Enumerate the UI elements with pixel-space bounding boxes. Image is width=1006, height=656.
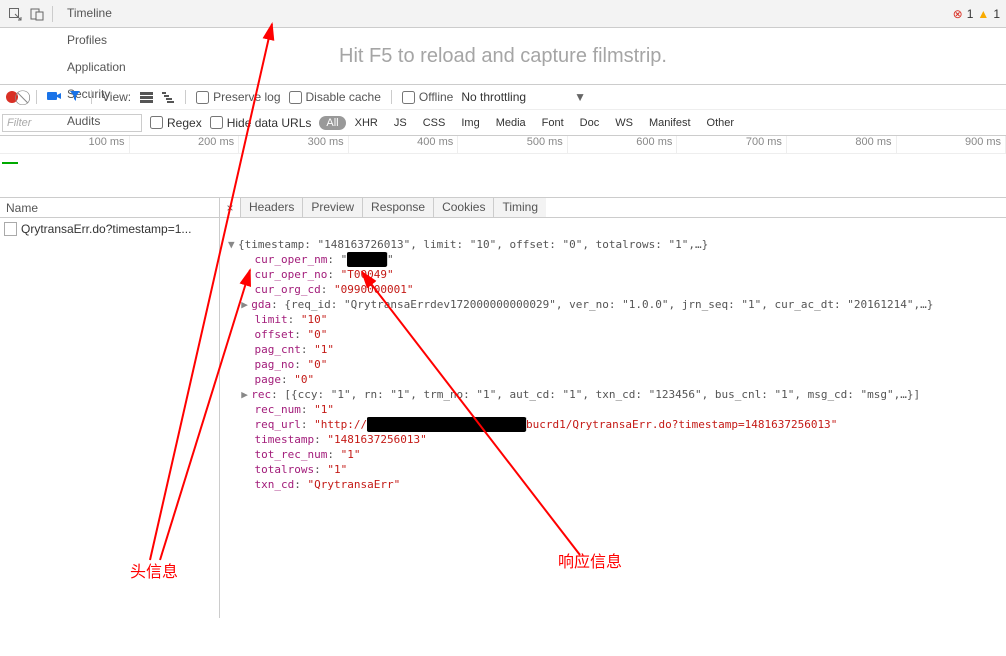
warning-count[interactable]: 1 [993, 7, 1000, 21]
json-root-summary: {timestamp: "14816372 [238, 238, 377, 251]
detail-tab-timing[interactable]: Timing [494, 198, 546, 217]
request-name: QrytransaErr.do?timestamp=1... [21, 222, 191, 236]
json-key: offset [255, 328, 295, 341]
devtools-tabbar: ElementsConsoleSourcesNetworkTimelinePro… [0, 0, 1006, 28]
redacted-value: ████████████████████████ [367, 417, 526, 432]
warning-icon[interactable]: ▲ [977, 7, 989, 21]
error-icon[interactable]: ⊗ [953, 7, 963, 21]
network-toolbar: ⃠ View: Preserve log Disable cache Offli… [0, 84, 1006, 110]
dropdown-icon[interactable]: ▼ [574, 90, 586, 104]
large-rows-icon[interactable] [139, 90, 153, 104]
json-key: pag_cnt [255, 343, 301, 356]
body-split: QrytransaErr.do?timestamp=1... ▼{timesta… [0, 218, 1006, 618]
tab-application[interactable]: Application [57, 54, 136, 81]
view-label: View: [102, 90, 131, 104]
request-row[interactable]: QrytransaErr.do?timestamp=1... [0, 220, 219, 238]
expand-icon[interactable]: ▼ [228, 237, 238, 252]
json-key: rec_num [255, 403, 301, 416]
camera-icon[interactable] [47, 90, 61, 105]
timeline-tick: 100 ms [20, 136, 130, 153]
timeline-ruler: 100 ms200 ms300 ms400 ms500 ms600 ms700 … [0, 136, 1006, 154]
regex-checkbox[interactable]: Regex [150, 116, 202, 130]
device-toggle-icon[interactable] [26, 3, 48, 25]
json-key: cur_org_cd [255, 283, 321, 296]
close-details-icon[interactable]: × [220, 201, 240, 215]
separator [391, 90, 392, 104]
timeline-tick: 200 ms [130, 136, 240, 153]
json-key: cur_oper_no [255, 268, 328, 281]
filter-chip-js[interactable]: JS [387, 116, 414, 130]
json-key: gda [251, 298, 271, 311]
filter-chip-xhr[interactable]: XHR [348, 116, 385, 130]
error-count[interactable]: 1 [967, 7, 974, 21]
detail-tabs: × HeadersPreviewResponseCookiesTiming [220, 198, 546, 217]
separator [91, 90, 92, 104]
json-key: timestamp [255, 433, 315, 446]
timeline-tick: 400 ms [349, 136, 459, 153]
json-key: tot_rec_num [255, 448, 328, 461]
element-picker-icon[interactable] [4, 3, 26, 25]
filter-chip-media[interactable]: Media [489, 116, 533, 130]
preserve-log-checkbox[interactable]: Preserve log [196, 90, 280, 104]
separator [52, 6, 53, 22]
separator [36, 90, 37, 104]
name-column-header[interactable]: Name [0, 198, 220, 217]
disable-cache-checkbox[interactable]: Disable cache [289, 90, 381, 104]
filter-chip-manifest[interactable]: Manifest [642, 116, 698, 130]
filter-chip-css[interactable]: CSS [416, 116, 453, 130]
json-key: pag_no [255, 358, 295, 371]
json-key: page [255, 373, 282, 386]
json-key: limit [255, 313, 288, 326]
timeline-tick: 900 ms [897, 136, 1006, 153]
hide-data-urls-checkbox[interactable]: Hide data URLs [210, 116, 312, 130]
detail-tab-response[interactable]: Response [363, 198, 434, 217]
tab-profiles[interactable]: Profiles [57, 27, 136, 54]
json-key: cur_oper_nm [255, 253, 328, 266]
detail-tab-cookies[interactable]: Cookies [434, 198, 494, 217]
filter-chip-other[interactable]: Other [700, 116, 742, 130]
file-icon [4, 222, 17, 236]
waterfall-icon[interactable] [161, 90, 175, 104]
filter-chip-doc[interactable]: Doc [573, 116, 607, 130]
timeline-overview[interactable] [0, 154, 1006, 198]
request-list: QrytransaErr.do?timestamp=1... [0, 218, 220, 618]
json-key: req_url [255, 418, 301, 431]
detail-tab-preview[interactable]: Preview [303, 198, 363, 217]
tab-timeline[interactable]: Timeline [57, 0, 136, 27]
timeline-tick: 700 ms [677, 136, 787, 153]
filter-toolbar: Filter Regex Hide data URLs AllXHRJSCSSI… [0, 110, 1006, 136]
timeline-tick: 500 ms [458, 136, 568, 153]
offline-checkbox[interactable]: Offline [402, 90, 453, 104]
filter-icon[interactable] [69, 90, 81, 105]
details-header: Name × HeadersPreviewResponseCookiesTimi… [0, 198, 1006, 218]
timeline-hint: Hit F5 to reload and capture filmstrip. [0, 28, 1006, 84]
record-button[interactable] [6, 91, 18, 103]
json-key: rec [251, 388, 271, 401]
timeline-bar [2, 162, 18, 164]
filter-chip-img[interactable]: Img [454, 116, 486, 130]
json-key: totalrows [255, 463, 315, 476]
filter-chip-font[interactable]: Font [535, 116, 571, 130]
status-indicators: ⊗ 1 ▲ 1 [953, 7, 1006, 21]
detail-tab-headers[interactable]: Headers [240, 198, 303, 217]
timeline-tick: 600 ms [568, 136, 678, 153]
preview-body[interactable]: ▼{timestamp: "148163726013", limit: "10"… [220, 218, 1006, 618]
timeline-tick: 800 ms [787, 136, 897, 153]
separator [185, 90, 186, 104]
timeline-tick: 300 ms [239, 136, 349, 153]
json-key: txn_cd [255, 478, 295, 491]
expand-icon[interactable]: ▶ [241, 297, 251, 312]
filter-input[interactable]: Filter [2, 114, 142, 132]
filter-chip-ws[interactable]: WS [608, 116, 640, 130]
throttling-select[interactable]: No throttling [461, 90, 526, 104]
expand-icon[interactable]: ▶ [241, 387, 251, 402]
redacted-value: ██████ [347, 252, 387, 267]
filter-chip-all[interactable]: All [319, 116, 345, 130]
